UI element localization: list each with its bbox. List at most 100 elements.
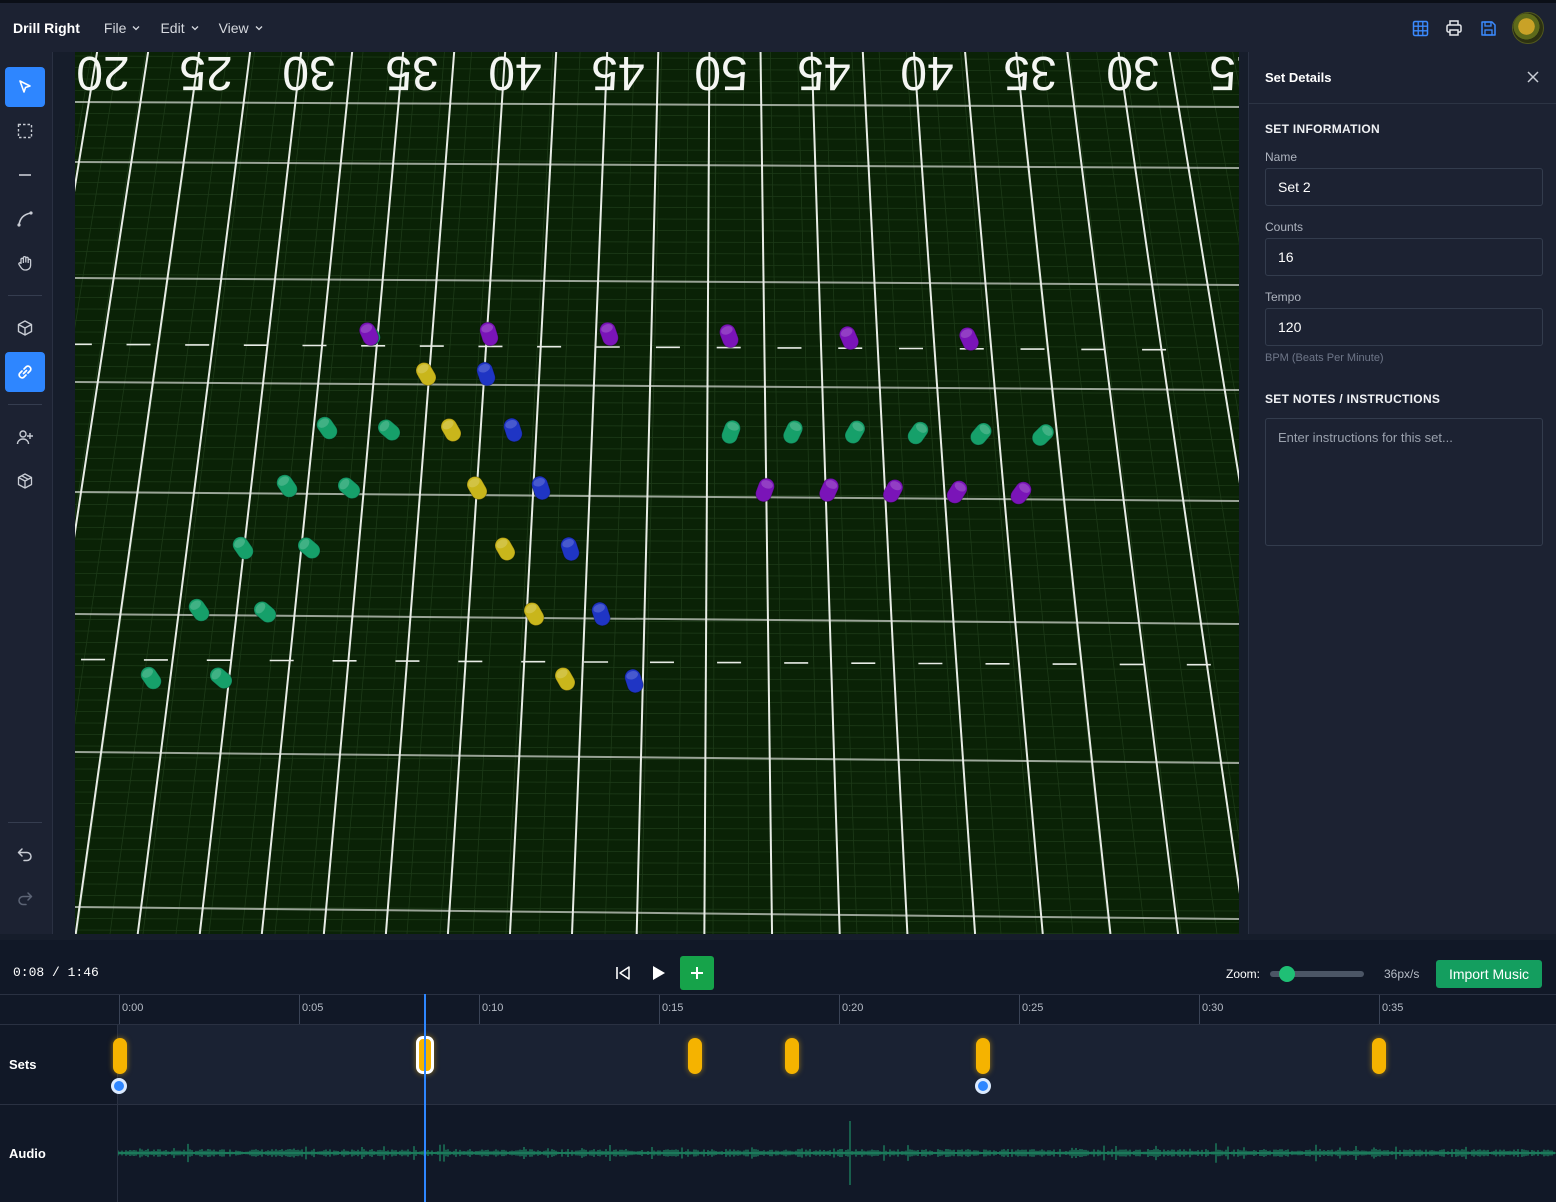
menu-view[interactable]: View	[219, 20, 263, 36]
curve-tool-button[interactable]	[5, 199, 45, 239]
grid-line	[75, 389, 1239, 394]
performer-blue[interactable]	[590, 600, 613, 628]
props-tool-button[interactable]	[5, 461, 45, 501]
plus-icon	[691, 967, 703, 979]
set-marker[interactable]	[113, 1038, 127, 1074]
performer-green[interactable]	[274, 472, 301, 501]
performer-blue[interactable]	[502, 416, 525, 444]
grid-line	[75, 630, 1239, 636]
performer-green[interactable]	[335, 474, 364, 502]
grid-line	[75, 527, 1239, 532]
field-3d-view[interactable]: 20 25 30 35 40 45 50 45 40 35 30 25	[75, 52, 1239, 934]
grid-line	[75, 780, 1239, 785]
audio-track[interactable]: Audio	[0, 1104, 1556, 1202]
performer-green-body	[316, 416, 338, 440]
performer-yellow[interactable]	[464, 474, 490, 503]
tempo-input[interactable]	[1265, 308, 1543, 346]
zoom-slider-thumb[interactable]	[1279, 966, 1295, 982]
menu-file[interactable]: File	[104, 20, 141, 36]
panel-resize-gutter[interactable]	[1239, 52, 1248, 934]
performer-yellow[interactable]	[438, 416, 464, 445]
add-performer-tool-button[interactable]	[5, 417, 45, 457]
menu-edit-label: Edit	[160, 19, 185, 36]
grid-line	[75, 883, 1239, 889]
performer-green[interactable]	[967, 420, 995, 449]
grid-line	[75, 653, 1239, 659]
3d-view-tool-button[interactable]	[5, 308, 45, 348]
performer-green[interactable]	[842, 418, 868, 447]
performer-purple[interactable]	[753, 476, 776, 504]
grid-line	[75, 308, 1239, 314]
performer-purple[interactable]	[817, 476, 841, 504]
performer-green-body	[337, 476, 361, 500]
timeline-ruler[interactable]: 0:00 0:05 0:10 0:15 0:20 0:25 0:30 0:35	[0, 994, 1556, 1025]
field-horizontal-line	[75, 751, 1239, 764]
performer-yellow-body	[466, 476, 488, 500]
print-button[interactable]	[1444, 18, 1464, 38]
grid-line	[75, 849, 1239, 854]
set-notes-heading: SET NOTES / INSTRUCTIONS	[1265, 392, 1441, 406]
performer-yellow[interactable]	[492, 535, 518, 564]
set-marker[interactable]	[688, 1038, 702, 1074]
grid-line	[75, 768, 1239, 774]
set-marker[interactable]	[1372, 1038, 1386, 1074]
performer-green[interactable]	[719, 418, 742, 446]
performer-yellow[interactable]	[552, 665, 578, 694]
skip-to-start-button[interactable]	[612, 956, 634, 990]
field-horizontal-line	[75, 613, 1239, 625]
performer-green[interactable]	[138, 664, 165, 693]
playhead[interactable]	[424, 994, 426, 1202]
grid-line	[75, 918, 1239, 923]
undo-button[interactable]	[5, 834, 45, 874]
performer-purple[interactable]	[478, 320, 500, 348]
pan-tool-button[interactable]	[5, 243, 45, 283]
close-icon[interactable]	[1526, 70, 1540, 84]
play-button[interactable]	[647, 956, 669, 990]
performer-green[interactable]	[781, 418, 806, 447]
redo-button[interactable]	[5, 878, 45, 918]
panel-header: Set Details	[1249, 52, 1556, 104]
link-tool-button[interactable]	[5, 352, 45, 392]
set-name-input[interactable]	[1265, 168, 1543, 206]
line-tool-button[interactable]	[5, 155, 45, 195]
performer-green[interactable]	[905, 419, 932, 448]
ruler-tick: 0:15	[659, 995, 683, 1025]
select-tool-button[interactable]	[5, 67, 45, 107]
performer-green[interactable]	[375, 416, 404, 444]
transport-bar: 0:08 / 1:46 Zoom: 36px/s Import Music	[0, 934, 1556, 994]
set-marker[interactable]	[785, 1038, 799, 1074]
box-select-tool-button[interactable]	[5, 111, 45, 151]
set-note-indicator[interactable]	[111, 1078, 127, 1094]
performer-green[interactable]	[1029, 421, 1057, 449]
sets-track[interactable]: Sets	[0, 1024, 1556, 1104]
set-notes-textarea[interactable]	[1265, 418, 1543, 546]
performer-purple[interactable]	[1007, 479, 1034, 508]
counts-input[interactable]	[1265, 238, 1543, 276]
yard-number: 50	[694, 52, 747, 99]
curve-icon	[17, 211, 33, 227]
ruler-tick: 0:05	[299, 995, 323, 1025]
field-canvas[interactable]: 20 25 30 35 40 45 50 45 40 35 30 25	[75, 52, 1239, 934]
toolbar-divider	[8, 404, 42, 405]
yard-number: 45	[797, 52, 850, 99]
set-marker[interactable]	[976, 1038, 990, 1074]
performer-blue[interactable]	[559, 535, 582, 563]
top-bar: Drill Right File Edit View	[0, 0, 1556, 52]
menu-edit[interactable]: Edit	[160, 19, 199, 36]
performer-green[interactable]	[230, 534, 257, 563]
import-music-button[interactable]: Import Music	[1436, 960, 1542, 988]
add-set-button[interactable]	[680, 956, 714, 990]
performer-green[interactable]	[295, 534, 324, 562]
save-button[interactable]	[1478, 18, 1498, 38]
performer-purple[interactable]	[598, 320, 621, 348]
grid-toggle-button[interactable]	[1410, 18, 1430, 38]
performer-green-body	[276, 474, 298, 498]
set-information-heading: SET INFORMATION	[1265, 122, 1380, 136]
performer-yellow[interactable]	[521, 600, 547, 629]
grid-line	[75, 354, 1239, 360]
set-note-indicator[interactable]	[975, 1078, 991, 1094]
grid-line	[75, 458, 1239, 463]
user-avatar[interactable]	[1512, 12, 1544, 44]
menu-file-label: File	[103, 19, 127, 36]
performer-green[interactable]	[314, 414, 341, 443]
